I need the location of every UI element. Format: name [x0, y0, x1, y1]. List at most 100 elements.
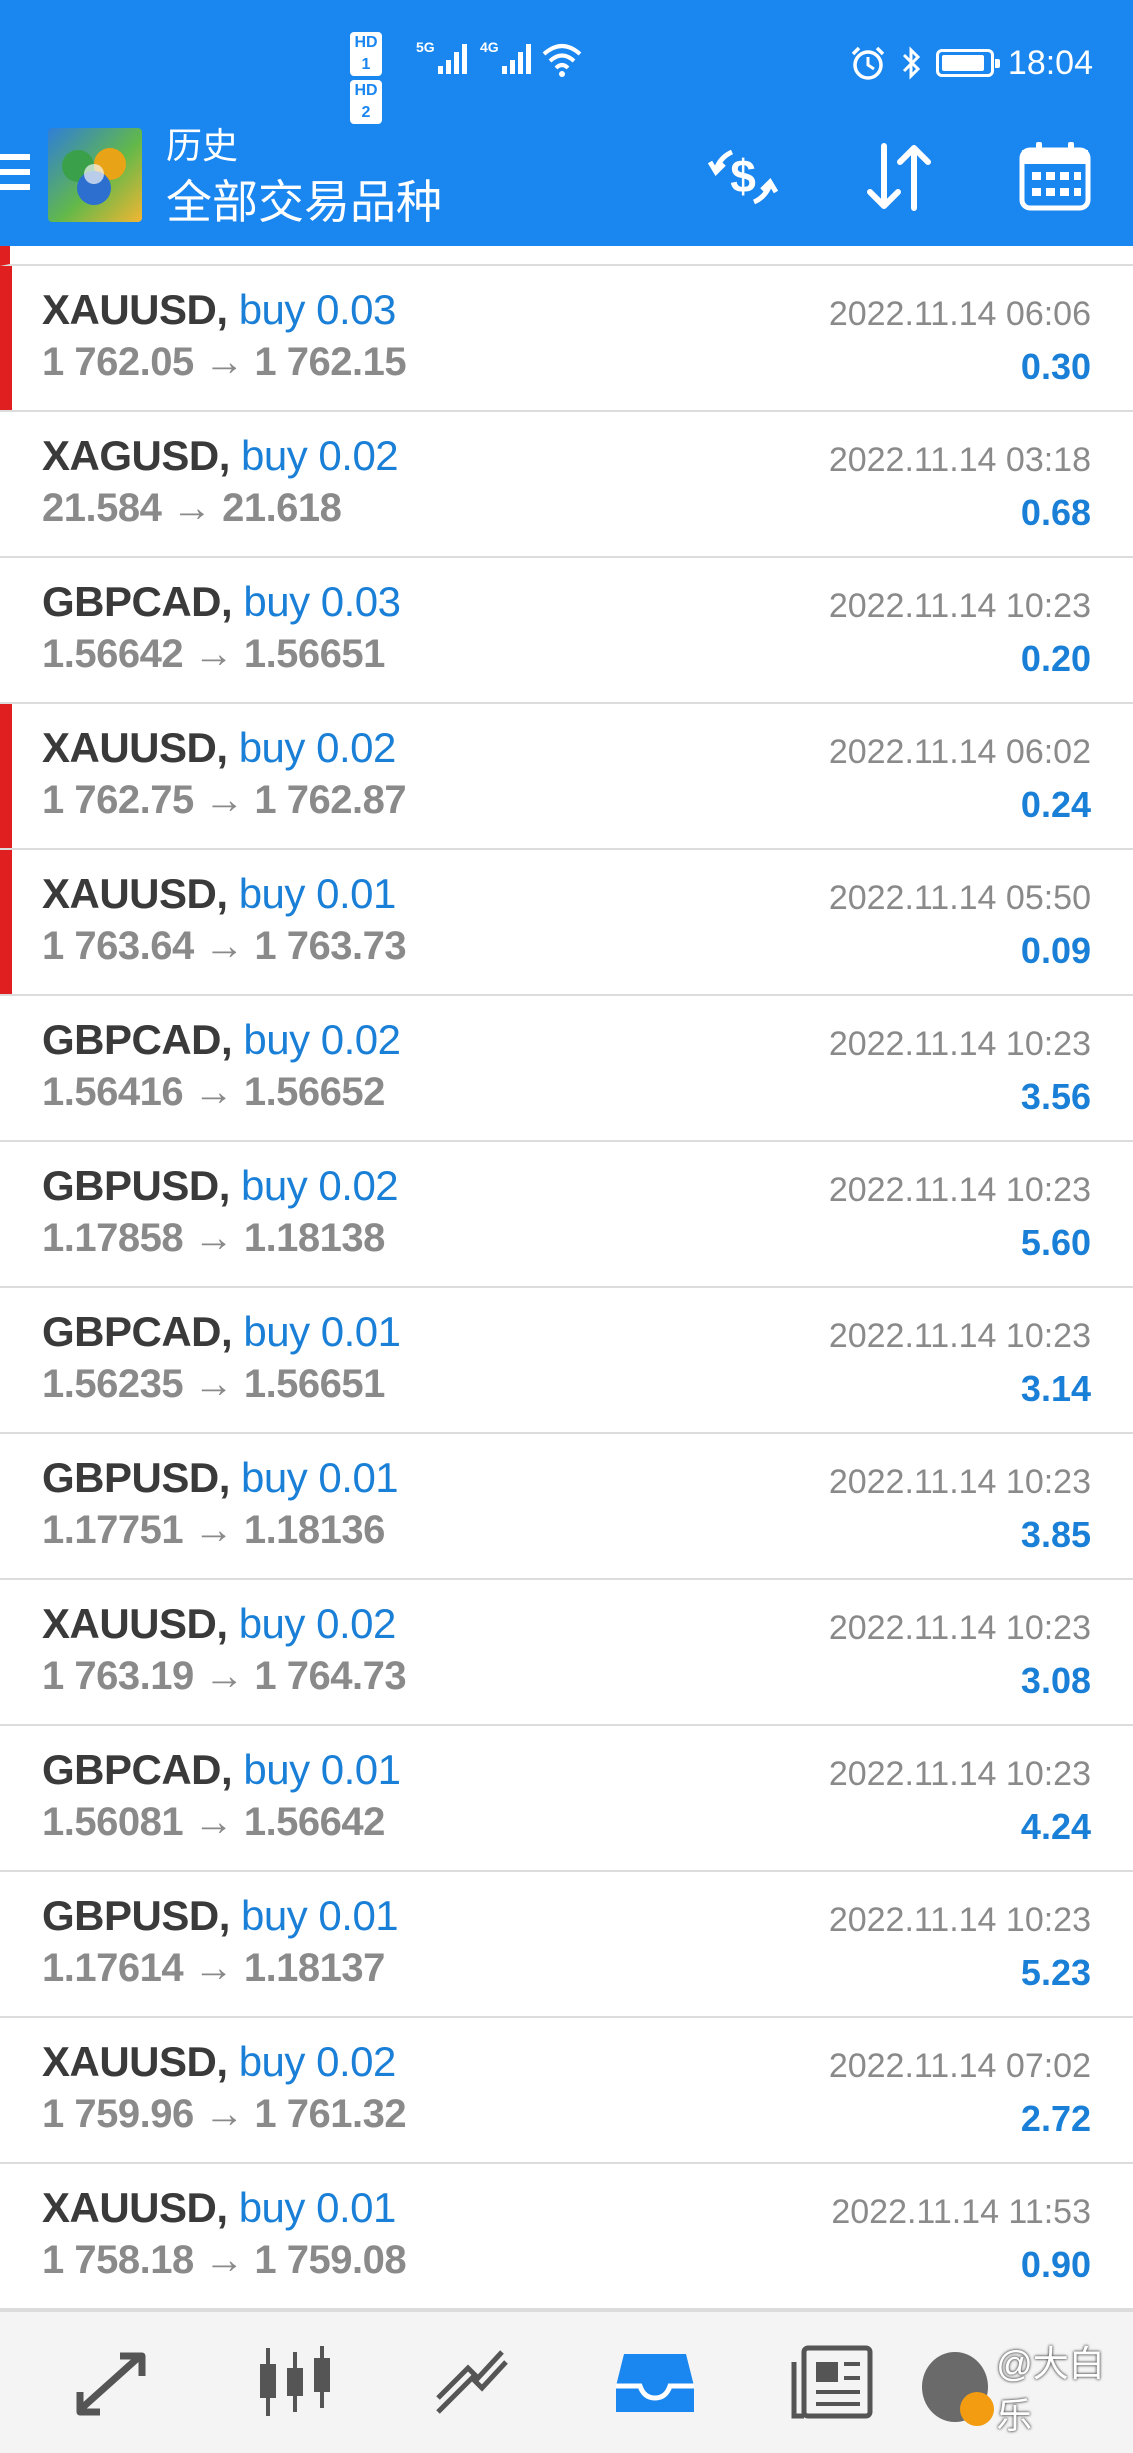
- trade-time: 2022.11.14 11:53: [831, 2193, 1091, 2231]
- hd2-label: HD 2: [350, 80, 382, 124]
- trade-prices: 1.56235 → 1.56651: [42, 1362, 385, 1406]
- trade-time: 2022.11.14 10:23: [828, 1171, 1091, 1209]
- trade-prices: 1.17858 → 1.18138: [42, 1216, 385, 1260]
- svg-text:$: $: [730, 150, 756, 202]
- trade-side-volume: buy 0.01: [241, 1454, 399, 1501]
- trade-side-volume: buy 0.01: [243, 1746, 401, 1793]
- watermark: @大白乐: [922, 2343, 1133, 2436]
- app-logo: [48, 128, 142, 222]
- signal-5g-icon: 5G: [416, 39, 467, 74]
- watermark-avatar: [922, 2352, 995, 2426]
- trade-row[interactable]: XAGUSD, buy 0.02 21.584 → 21.618 2022.11.1…: [0, 412, 1133, 558]
- trade-side-volume: buy 0.02: [243, 1016, 401, 1063]
- trade-header: XAUUSD, buy 0.01: [42, 868, 396, 920]
- net2-label: 4G: [480, 39, 499, 55]
- trade-symbol: GBPCAD,: [42, 1308, 233, 1355]
- trade-row[interactable]: GBPUSD, buy 0.01 1.17751 → 1.18136 2022.11…: [0, 1434, 1133, 1580]
- trade-side-volume: buy 0.02: [238, 1600, 397, 1647]
- trade-row[interactable]: GBPCAD, buy 0.01 1.56081 → 1.56642 2022.11…: [0, 1726, 1133, 1872]
- trade-time: 2022.11.14 06:06: [828, 295, 1091, 333]
- trade-side-volume: buy 0.03: [238, 286, 397, 333]
- trade-row[interactable]: XAUUSD, buy 0.02 1 759.96 → 1 761.32 2022.…: [0, 2018, 1133, 2164]
- trade-profit: 5.23: [1020, 1952, 1091, 1993]
- quotes-icon[interactable]: [70, 2342, 160, 2422]
- trade-prices: 1 762.75 → 1 762.87: [42, 778, 407, 822]
- trade-time: 2022.11.14 10:23: [828, 587, 1091, 625]
- trade-time: 2022.11.14 10:23: [828, 1025, 1091, 1063]
- wifi-icon: [542, 44, 582, 77]
- trade-profit: 3.56: [1020, 1076, 1091, 1117]
- trade-row[interactable]: GBPCAD, buy 0.01 1.56235 → 1.56651 2022.11…: [0, 1288, 1133, 1434]
- sort-icon[interactable]: [858, 136, 940, 218]
- trade-symbol: GBPUSD,: [42, 1454, 230, 1501]
- chart-icon[interactable]: [250, 2342, 340, 2422]
- trade-header: GBPUSD, buy 0.01: [42, 1452, 399, 1504]
- top-bar: HD 1 HD 2 5G 4G 18:04 历史 全部交易品种 $: [0, 0, 1133, 246]
- trade-profit: 0.24: [1020, 784, 1091, 825]
- trade-time: 2022.11.14 10:23: [828, 1609, 1091, 1647]
- battery-icon: [935, 49, 1000, 77]
- trade-row[interactable]: GBPCAD, buy 0.02 1.56416 → 1.56652 2022.11…: [0, 996, 1133, 1142]
- trade-symbol: XAUUSD,: [42, 286, 228, 333]
- trade-side-volume: buy 0.01: [238, 870, 397, 917]
- hd-indicators: HD 1 HD 2: [350, 32, 382, 128]
- trade-prices: 1.56416 → 1.56652: [42, 1070, 385, 1114]
- signal-4g-icon: 4G: [480, 39, 531, 74]
- trade-prices: 1 762.05 → 1 762.15: [42, 340, 407, 384]
- trade-profit: 3.14: [1020, 1368, 1091, 1409]
- trade-header: GBPCAD, buy 0.01: [42, 1744, 401, 1796]
- trade-row[interactable]: GBPCAD, buy 0.03 1.56642 → 1.56651 2022.11…: [0, 558, 1133, 704]
- watermark-text: @大白乐: [996, 2343, 1105, 2436]
- trade-history-list[interactable]: XAUUSD, buy 0.03 1 762.05 → 1 762.15 2022.…: [0, 246, 1133, 2310]
- trade-row[interactable]: XAUUSD, buy 0.03 1 762.05 → 1 762.15 2022.…: [0, 266, 1133, 412]
- alarm-icon: [851, 46, 885, 80]
- trade-time: 2022.11.14 06:02: [828, 733, 1091, 771]
- trade-side-volume: buy 0.01: [243, 1308, 401, 1355]
- list-item-partial: [0, 246, 1133, 266]
- trade-header: XAUUSD, buy 0.01: [42, 2182, 396, 2234]
- trade-row[interactable]: XAUUSD, buy 0.02 1 762.75 → 1 762.87 2022.…: [0, 704, 1133, 850]
- trade-time: 2022.11.14 10:23: [828, 1317, 1091, 1355]
- trade-profit: 3.08: [1020, 1660, 1091, 1701]
- trade-row[interactable]: XAUUSD, buy 0.01 1 758.18 → 1 759.08 2022.…: [0, 2164, 1133, 2310]
- trade-profit: 0.30: [1020, 346, 1091, 387]
- trade-prices: 1.17751 → 1.18136: [42, 1508, 385, 1552]
- trade-row[interactable]: GBPUSD, buy 0.02 1.17858 → 1.18138 2022.11…: [0, 1142, 1133, 1288]
- trade-symbol: GBPCAD,: [42, 1016, 233, 1063]
- trade-header: GBPCAD, buy 0.03: [42, 576, 401, 628]
- trade-side-volume: buy 0.02: [238, 724, 397, 771]
- menu-icon[interactable]: [0, 154, 30, 202]
- trade-symbol: XAUUSD,: [42, 2038, 228, 2085]
- trade-symbol: XAUUSD,: [42, 1600, 228, 1647]
- trade-symbol: XAUUSD,: [42, 724, 228, 771]
- trade-time: 2022.11.14 05:50: [828, 879, 1091, 917]
- trade-header: GBPUSD, buy 0.01: [42, 1890, 399, 1942]
- trade-prices: 1.56642 → 1.56651: [42, 632, 385, 676]
- trade-time: 2022.11.14 10:23: [828, 1755, 1091, 1793]
- trade-symbol: GBPUSD,: [42, 1162, 230, 1209]
- calendar-icon[interactable]: [1014, 136, 1096, 218]
- currency-exchange-icon[interactable]: $: [702, 136, 784, 218]
- trade-symbol: GBPCAD,: [42, 578, 233, 625]
- status-bar: HD 1 HD 2 5G 4G 18:04: [0, 0, 1133, 124]
- symbol-filter[interactable]: 全部交易品种: [166, 174, 442, 230]
- trade-icon[interactable]: [428, 2342, 518, 2422]
- trade-prices: 1 763.64 → 1 763.73: [42, 924, 407, 968]
- trade-header: XAUUSD, buy 0.02: [42, 2036, 396, 2088]
- trade-header: XAGUSD, buy 0.02: [42, 430, 399, 482]
- trade-profit: 0.90: [1020, 2244, 1091, 2285]
- history-icon[interactable]: [610, 2342, 700, 2422]
- news-icon[interactable]: [790, 2342, 880, 2422]
- trade-prices: 1 763.19 → 1 764.73: [42, 1654, 407, 1698]
- trade-row[interactable]: GBPUSD, buy 0.01 1.17614 → 1.18137 2022.11…: [0, 1872, 1133, 2018]
- trade-time: 2022.11.14 10:23: [828, 1901, 1091, 1939]
- trade-side-volume: buy 0.01: [241, 1892, 399, 1939]
- trade-side-volume: buy 0.02: [241, 1162, 399, 1209]
- trade-header: GBPUSD, buy 0.02: [42, 1160, 399, 1212]
- trade-row[interactable]: XAUUSD, buy 0.01 1 763.64 → 1 763.73 2022.…: [0, 850, 1133, 996]
- trade-symbol: XAUUSD,: [42, 2184, 228, 2231]
- trade-header: GBPCAD, buy 0.02: [42, 1014, 401, 1066]
- trade-symbol: GBPUSD,: [42, 1892, 230, 1939]
- trade-row[interactable]: XAUUSD, buy 0.02 1 763.19 → 1 764.73 2022.…: [0, 1580, 1133, 1726]
- trade-symbol: GBPCAD,: [42, 1746, 233, 1793]
